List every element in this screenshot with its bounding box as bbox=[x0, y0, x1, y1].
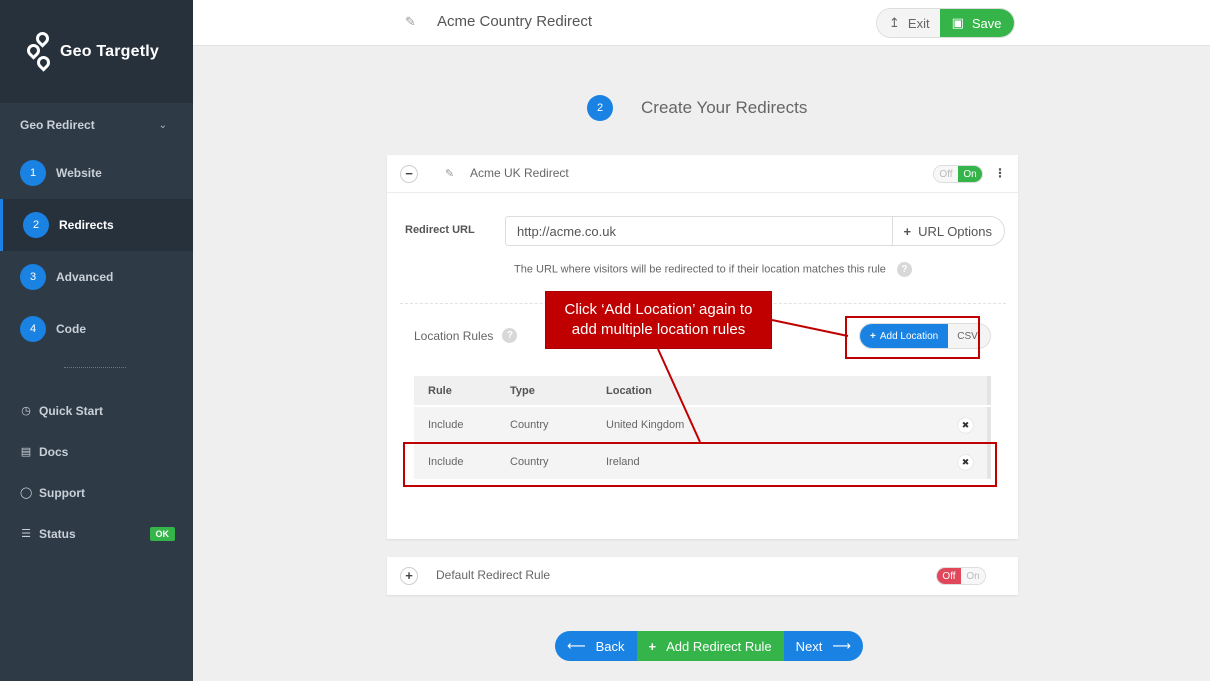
sidebar: Geo Targetly Geo Redirect ⌄ 1 Website 2 … bbox=[0, 0, 193, 681]
sidebar-step-website[interactable]: 1 Website bbox=[0, 147, 193, 199]
table-header: Rule Type Location bbox=[414, 376, 991, 407]
remove-row-icon[interactable]: ✖ bbox=[958, 418, 973, 433]
step-number: 2 bbox=[587, 95, 613, 121]
step-title: Create Your Redirects bbox=[641, 98, 808, 117]
link-label: Docs bbox=[39, 444, 69, 459]
add-label: Add Redirect Rule bbox=[666, 638, 772, 654]
arrow-left-icon: ⟵ bbox=[567, 638, 586, 653]
column-header-type: Type bbox=[510, 384, 535, 397]
exit-button[interactable]: ↥ Exit bbox=[877, 9, 940, 37]
card-header: − ✎ Acme UK Redirect Off On ⋮ bbox=[387, 155, 1018, 193]
save-label: Save bbox=[971, 15, 1002, 31]
exit-label: Exit bbox=[907, 15, 930, 31]
sidebar-link-docs[interactable]: ▤ Docs bbox=[0, 431, 193, 472]
book-icon: ▤ bbox=[20, 446, 32, 458]
exit-arrow-icon: ↥ bbox=[889, 15, 900, 30]
step-number: 3 bbox=[20, 264, 46, 290]
highlight-new-row bbox=[403, 442, 997, 487]
rule-name[interactable]: Acme UK Redirect bbox=[470, 166, 569, 180]
collapse-button[interactable]: − bbox=[400, 165, 418, 183]
default-redirect-card: + Default Redirect Rule Off On bbox=[387, 557, 1018, 595]
cell-location: United Kingdom bbox=[606, 418, 685, 431]
default-rule-toggle[interactable]: Off On bbox=[936, 567, 986, 585]
sidebar-step-redirects[interactable]: 2 Redirects bbox=[0, 199, 193, 251]
section-label: Geo Redirect bbox=[20, 118, 95, 132]
database-icon: ☰ bbox=[21, 528, 31, 540]
floppy-icon: ▣ bbox=[951, 15, 964, 30]
help-icon[interactable]: ? bbox=[502, 328, 518, 343]
toggle-on[interactable]: On bbox=[961, 568, 985, 584]
column-header-location: Location bbox=[606, 384, 652, 397]
redirect-url-input[interactable]: http://acme.co.uk bbox=[506, 217, 892, 245]
clock-icon: ◷ bbox=[21, 405, 31, 417]
sidebar-step-advanced[interactable]: 3 Advanced bbox=[0, 251, 193, 303]
more-options-icon[interactable]: ⋮ bbox=[994, 166, 1006, 180]
page-title[interactable]: Acme Country Redirect bbox=[437, 13, 592, 30]
step-label: Website bbox=[56, 166, 102, 180]
logo[interactable]: Geo Targetly bbox=[0, 0, 193, 103]
help-icon[interactable]: ? bbox=[896, 262, 912, 277]
step-number: 2 bbox=[23, 212, 49, 238]
callout-line-1: Click ‘Add Location’ again to bbox=[564, 301, 753, 318]
location-rules-label: Location Rules bbox=[414, 328, 494, 343]
sidebar-link-support[interactable]: ◯ Support bbox=[0, 472, 193, 513]
sidebar-divider bbox=[64, 367, 126, 368]
callout-line-2: add multiple location rules bbox=[571, 321, 746, 338]
redirect-url-field[interactable]: http://acme.co.uk + URL Options bbox=[505, 216, 1005, 246]
plus-icon: + bbox=[648, 638, 657, 654]
plus-icon: + bbox=[903, 223, 912, 239]
pins-logo-icon bbox=[24, 28, 56, 74]
toggle-off[interactable]: Off bbox=[934, 166, 958, 182]
section-geo-redirect[interactable]: Geo Redirect ⌄ bbox=[0, 103, 193, 147]
link-label: Quick Start bbox=[39, 403, 104, 418]
next-button[interactable]: Next ⟶ bbox=[783, 631, 864, 661]
cell-type: Country bbox=[510, 418, 549, 431]
link-label: Support bbox=[39, 485, 85, 500]
chevron-down-icon: ⌄ bbox=[158, 119, 167, 131]
step-label: Advanced bbox=[56, 270, 114, 284]
column-header-rule: Rule bbox=[428, 384, 452, 397]
toggle-on[interactable]: On bbox=[958, 166, 982, 182]
top-bar: ✎ Acme Country Redirect ↥ Exit ▣ Save bbox=[193, 0, 1210, 46]
step-number: 1 bbox=[20, 160, 46, 186]
edit-icon[interactable]: ✎ bbox=[405, 14, 416, 30]
cell-rule: Include bbox=[428, 418, 464, 431]
arrow-right-icon: ⟶ bbox=[832, 638, 852, 653]
default-rule-name: Default Redirect Rule bbox=[436, 568, 551, 582]
top-button-group: ↥ Exit ▣ Save bbox=[876, 8, 1015, 38]
bottom-nav: ⟵ Back + Add Redirect Rule Next ⟶ bbox=[555, 631, 864, 661]
link-label: Status bbox=[39, 526, 76, 541]
step-label: Code bbox=[56, 322, 86, 336]
back-button[interactable]: ⟵ Back bbox=[555, 631, 637, 661]
annotation-callout: Click ‘Add Location’ again to add multip… bbox=[545, 291, 772, 349]
location-rules-heading: Location Rules ? bbox=[414, 328, 518, 343]
status-badge: OK bbox=[149, 526, 175, 541]
redirect-url-label: Redirect URL bbox=[405, 224, 475, 236]
expand-button[interactable]: + bbox=[400, 567, 418, 585]
url-options-label: URL Options bbox=[918, 223, 992, 239]
chat-icon: ◯ bbox=[20, 487, 33, 499]
back-label: Back bbox=[595, 638, 625, 654]
url-options-button[interactable]: + URL Options bbox=[892, 217, 1004, 245]
step-label: Redirects bbox=[59, 218, 114, 232]
edit-icon[interactable]: ✎ bbox=[445, 167, 454, 180]
add-redirect-rule-button[interactable]: + Add Redirect Rule bbox=[636, 631, 784, 661]
rule-toggle[interactable]: Off On bbox=[933, 165, 983, 183]
sidebar-step-code[interactable]: 4 Code bbox=[0, 303, 193, 355]
hint-text: The URL where visitors will be redirecte… bbox=[514, 263, 886, 276]
save-button[interactable]: ▣ Save bbox=[939, 9, 1014, 37]
sidebar-link-quick-start[interactable]: ◷ Quick Start bbox=[0, 390, 193, 431]
step-number: 4 bbox=[20, 316, 46, 342]
redirect-url-hint: The URL where visitors will be redirecte… bbox=[514, 262, 912, 277]
highlight-add-location bbox=[845, 316, 980, 359]
step-heading: 2 Create Your Redirects bbox=[587, 95, 807, 121]
toggle-off[interactable]: Off bbox=[937, 568, 961, 584]
table-row: Include Country United Kingdom ✖ bbox=[414, 407, 991, 444]
sidebar-link-status[interactable]: ☰ Status OK bbox=[0, 513, 193, 554]
next-label: Next bbox=[795, 638, 823, 654]
brand-name: Geo Targetly bbox=[60, 42, 160, 60]
